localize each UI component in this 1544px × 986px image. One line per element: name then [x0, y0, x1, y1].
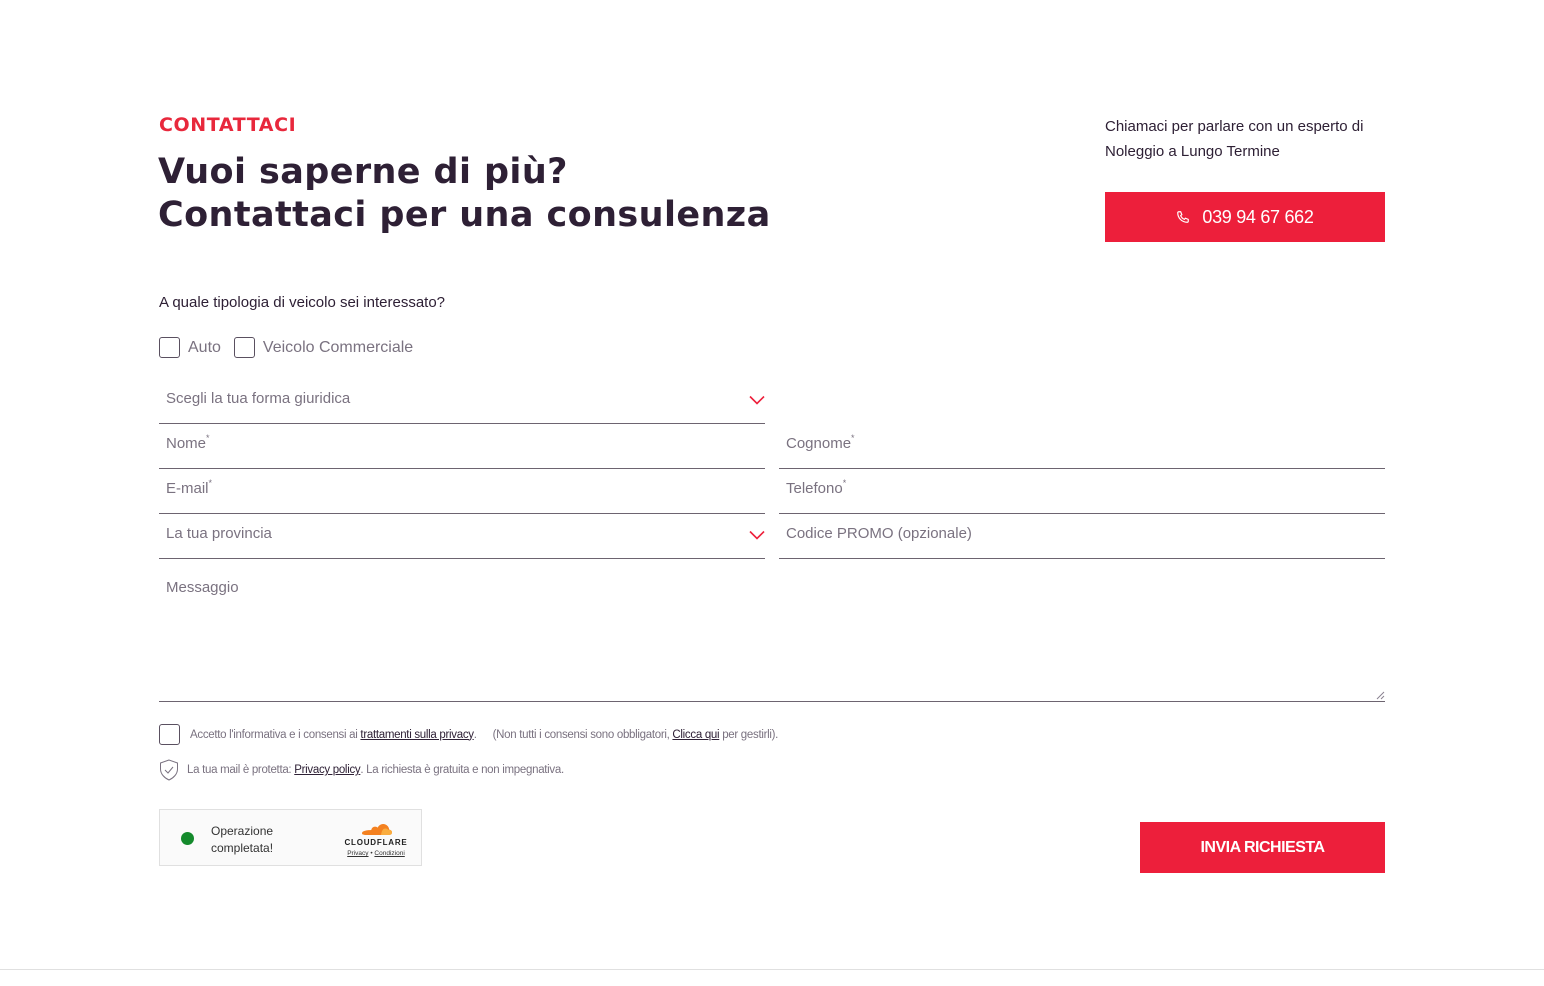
commercial-vehicle-checkbox[interactable] [233, 337, 255, 358]
phone-call-button[interactable]: 039 94 67 662 [1105, 192, 1385, 242]
callout-line-1: Chiamaci per parlare con un esperto di [1105, 118, 1364, 135]
chevron-down-icon [749, 530, 765, 540]
cloudflare-brand: CLOUDFLARE Privacy • Condizioni [343, 820, 409, 857]
cloudflare-wordmark: CLOUDFLARE [344, 838, 408, 847]
message-textarea[interactable]: Messaggio [159, 573, 1385, 702]
chevron-down-icon [749, 395, 765, 405]
cloudflare-logo-icon [362, 824, 392, 835]
privacy-consent: Accetto l'informativa e i consensi ai tr… [159, 724, 778, 745]
last-name-label: Cognome* [786, 433, 855, 452]
headline-line-2: Contattaci per una consulenza [158, 195, 771, 235]
first-name-label: Nome* [166, 433, 210, 452]
section-eyebrow: CONTATTACI [159, 114, 297, 136]
vehicle-type-options: Auto Veicolo Commerciale [159, 337, 426, 358]
turnstile-privacy-link[interactable]: Privacy [347, 850, 368, 857]
auto-checkbox[interactable] [159, 337, 180, 358]
turnstile-links: Privacy • Condizioni [347, 850, 405, 857]
turnstile-status: Operazione completata! [211, 824, 274, 855]
turnstile-terms-link[interactable]: Condizioni [374, 850, 404, 857]
section-divider [0, 969, 1544, 970]
consent-note: (Non tutti i consensi sono obbligatori, [492, 728, 670, 741]
cloudflare-turnstile-widget: Operazione completata! CLOUDFLARE Privac… [159, 809, 422, 866]
message-label: Messaggio [166, 579, 239, 596]
email-protection-note: La tua mail è protetta: Privacy policy. … [159, 759, 564, 781]
vehicle-type-question: A quale tipologia di veicolo sei interes… [159, 294, 446, 311]
headline-line-1: Vuoi saperne di più? [158, 152, 568, 192]
submit-request-button[interactable]: INVIA RICHIESTA [1140, 822, 1385, 873]
privacy-policy-link[interactable]: Privacy policy [294, 764, 360, 776]
resize-handle-icon[interactable] [1376, 691, 1385, 700]
phone-icon [1177, 211, 1190, 223]
province-select[interactable]: La tua provincia [159, 513, 765, 559]
privacy-treatment-link[interactable]: trattamenti sulla privacy [360, 729, 474, 741]
last-name-field[interactable]: Cognome* [779, 423, 1385, 469]
vehicle-option-commercial[interactable]: Veicolo Commerciale [233, 337, 414, 358]
legal-form-select[interactable]: Scegli la tua forma giuridica [159, 378, 765, 424]
privacy-consent-checkbox[interactable] [159, 724, 180, 745]
page-title: Vuoi saperne di più? Contattaci per una … [158, 151, 771, 237]
province-label: La tua provincia [166, 525, 272, 542]
shield-check-icon [160, 759, 178, 781]
phone-number: 039 94 67 662 [1202, 206, 1314, 227]
auto-label: Auto [188, 338, 221, 356]
commercial-vehicle-label: Veicolo Commerciale [262, 338, 414, 356]
legal-form-label: Scegli la tua forma giuridica [166, 390, 351, 407]
consent-text: Accetto l'informativa e i consensi ai [190, 728, 358, 741]
success-status-icon [181, 832, 194, 845]
manage-consents-link[interactable]: Clicca qui [672, 729, 719, 741]
first-name-field[interactable]: Nome* [159, 423, 765, 469]
promo-code-label: Codice PROMO (opzionale) [786, 525, 972, 542]
call-expert-text: Chiamaci per parlare con un esperto di N… [1105, 114, 1395, 164]
email-label: E-mail* [166, 478, 213, 497]
callout-line-2: Noleggio a Lungo Termine [1105, 143, 1280, 160]
phone-label: Telefono* [786, 478, 847, 497]
email-field[interactable]: E-mail* [159, 468, 765, 514]
vehicle-option-auto[interactable]: Auto [159, 337, 221, 358]
promo-code-field[interactable]: Codice PROMO (opzionale) [779, 513, 1385, 559]
phone-field[interactable]: Telefono* [779, 468, 1385, 514]
